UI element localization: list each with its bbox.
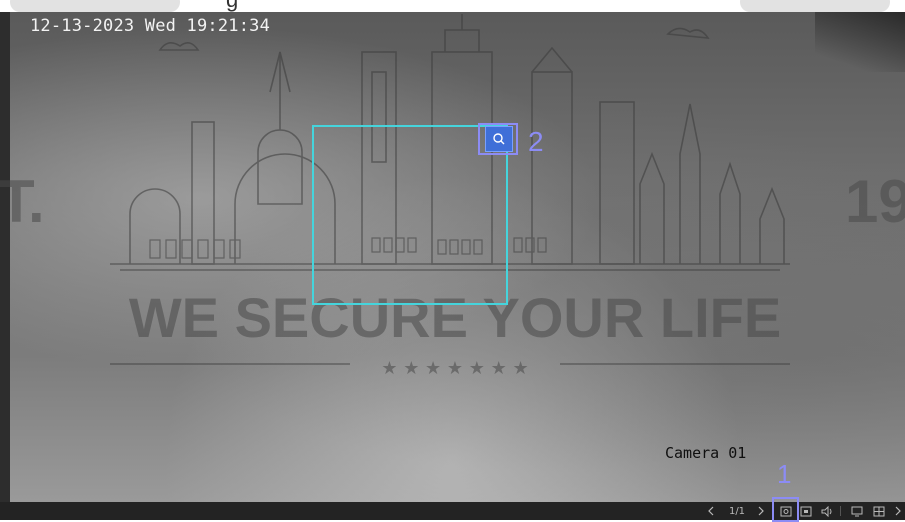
osd-datetime: 12-13-2023 Wed 19:21:34 (30, 16, 271, 36)
more-icon[interactable] (892, 502, 904, 520)
watermark-left-fragment: T. (0, 168, 45, 235)
window-icon[interactable] (848, 502, 866, 520)
layout-icon[interactable] (870, 502, 888, 520)
chevron-left-icon[interactable] (704, 502, 718, 520)
snapshot-icon[interactable] (797, 502, 815, 520)
osd-camera-name: Camera 01 (665, 444, 747, 462)
toolbar-divider (840, 506, 841, 516)
annotation-highlight-1 (772, 497, 799, 522)
annotation-label-2: 2 (528, 126, 544, 157)
audio-icon[interactable] (818, 502, 836, 520)
top-strip-text: g (226, 0, 238, 12)
annotation-highlight-2 (478, 123, 518, 155)
watermark-right-fragment: 19 (845, 168, 905, 235)
top-strip-blob (740, 0, 890, 12)
page-indicator: 1/1 (728, 505, 746, 517)
top-strip: g (0, 0, 905, 12)
chevron-right-icon[interactable] (754, 502, 768, 520)
annotation-label-1: 1 (777, 459, 792, 489)
watermark-stars: ★ ★ ★ ★ ★ ★ ★ (381, 358, 528, 379)
top-strip-blob (10, 0, 180, 12)
live-view-toolbar: 1/1 (0, 502, 905, 520)
